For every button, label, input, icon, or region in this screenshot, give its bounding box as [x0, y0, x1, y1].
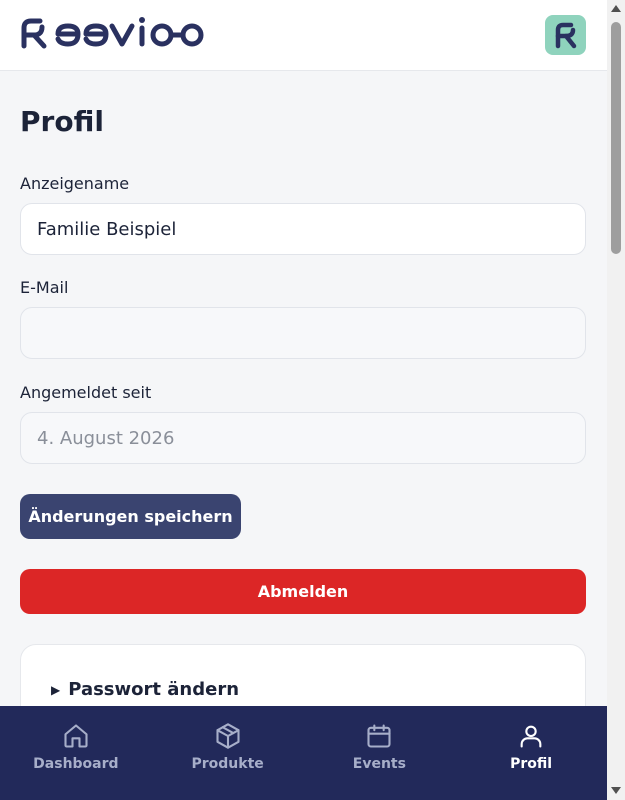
nav-item-dashboard[interactable]: Dashboard	[0, 706, 152, 800]
profile-avatar-button[interactable]	[545, 15, 586, 55]
user-icon	[520, 725, 542, 748]
nav-item-produkte[interactable]: Produkte	[152, 706, 304, 800]
password-section-toggle[interactable]: ▶ Passwort ändern	[51, 679, 239, 700]
member-since-input[interactable]	[20, 412, 586, 464]
page-title: Profil	[20, 105, 104, 138]
nav-item-profil[interactable]: Profil	[455, 706, 607, 800]
nav-item-events[interactable]: Events	[304, 706, 456, 800]
save-changes-button[interactable]: Änderungen speichern	[20, 494, 241, 539]
display-name-label: Anzeigename	[20, 174, 130, 193]
password-section-label: Passwort ändern	[68, 679, 240, 700]
top-header	[0, 0, 607, 71]
home-icon	[64, 724, 88, 748]
member-since-label: Angemeldet seit	[20, 383, 152, 402]
scroll-up-arrow-icon[interactable]	[611, 5, 621, 12]
vertical-scrollbar[interactable]	[607, 0, 625, 800]
scrollbar-thumb[interactable]	[611, 22, 621, 254]
app-root: Profil Anzeigename E-Mail Angemeldet sei…	[0, 0, 607, 800]
email-label: E-Mail	[20, 278, 69, 297]
disclosure-triangle-icon: ▶	[51, 682, 61, 697]
bottom-navigation: Dashboard Produkte Events Profil	[0, 706, 607, 800]
calendar-icon	[367, 724, 391, 748]
r-logo-icon	[555, 22, 576, 49]
package-icon	[216, 723, 240, 749]
keevioo-logo[interactable]	[20, 14, 222, 54]
logout-button[interactable]: Abmelden	[20, 569, 586, 614]
email-input[interactable]	[20, 307, 586, 359]
nav-label-produkte: Produkte	[191, 756, 264, 772]
nav-label-events: Events	[352, 756, 406, 772]
nav-label-dashboard: Dashboard	[33, 756, 119, 772]
scroll-down-arrow-icon[interactable]	[611, 787, 621, 794]
nav-label-profil: Profil	[510, 756, 553, 772]
display-name-input[interactable]	[20, 203, 586, 255]
